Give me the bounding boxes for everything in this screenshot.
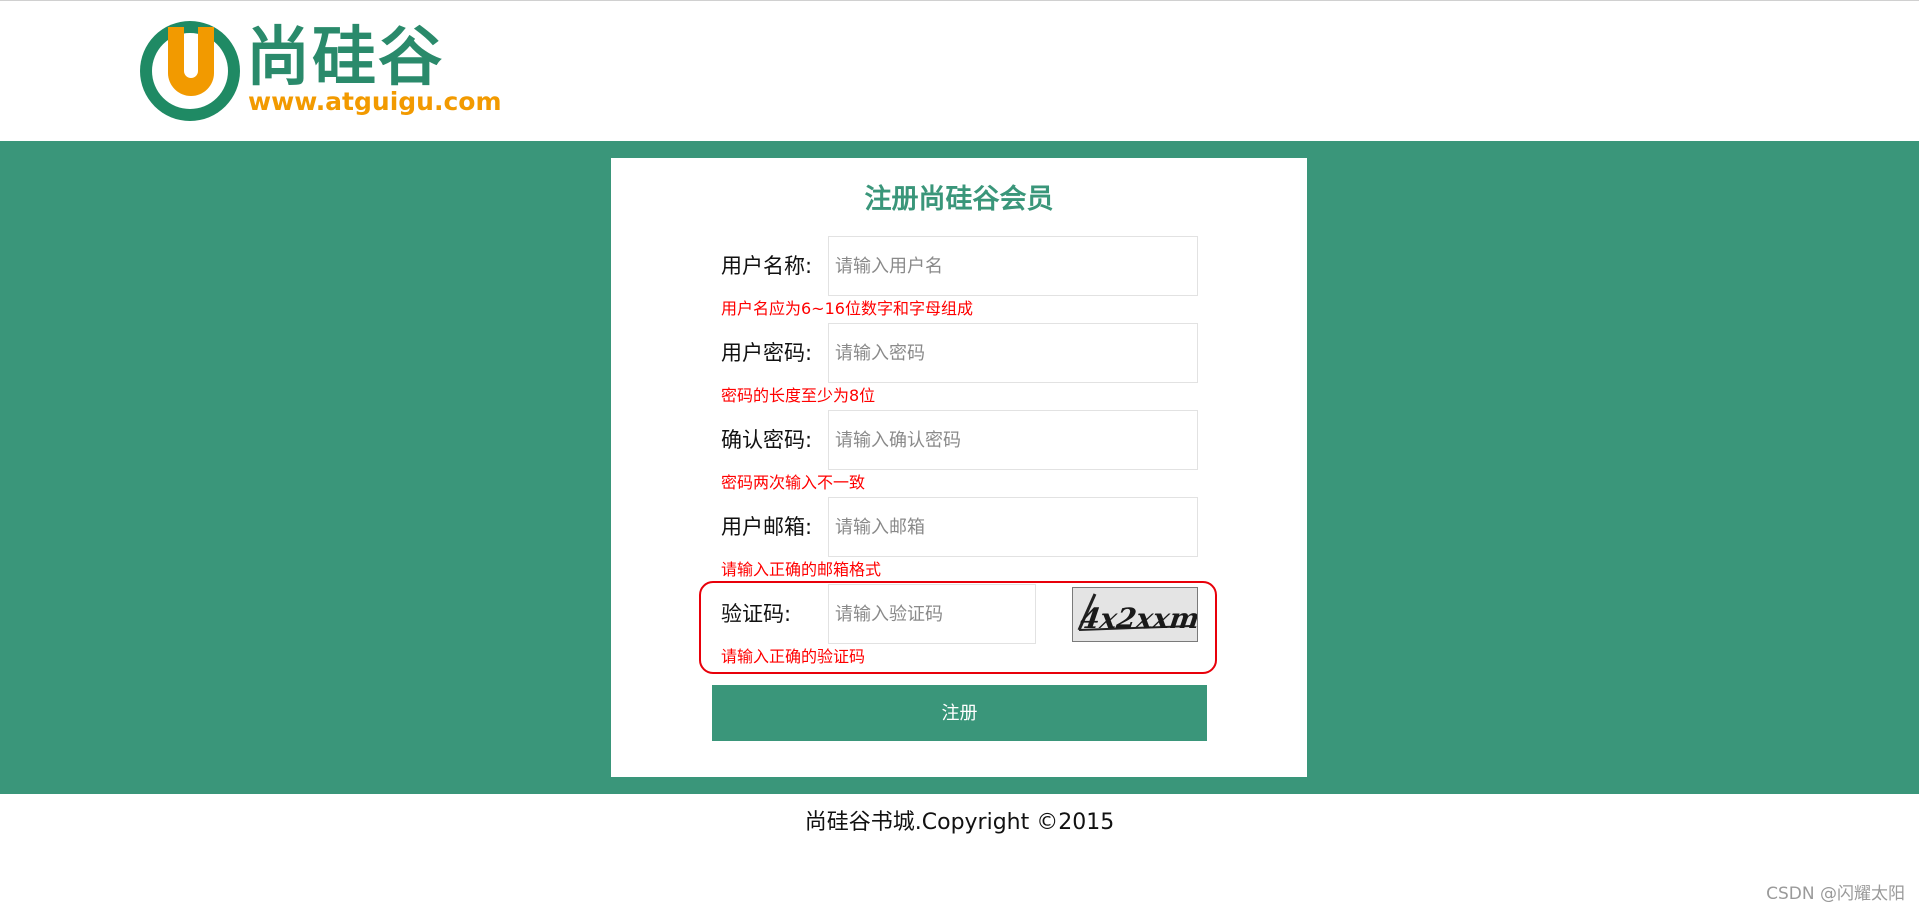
username-label: 用户名称: (721, 254, 813, 278)
username-input[interactable] (828, 236, 1198, 296)
register-form-card: 注册尚硅谷会员 用户名称: 用户名应为6~16位数字和字母组成 用户密码: 密码… (611, 158, 1307, 777)
email-input[interactable] (828, 497, 1198, 557)
form-title: 注册尚硅谷会员 (864, 184, 1054, 215)
register-submit-button[interactable]: 注册 (712, 685, 1207, 741)
logo-url: www.atguigu.com (248, 87, 502, 116)
captcha-highlight-outline (699, 581, 1217, 674)
watermark: CSDN @闪耀太阳 (1766, 884, 1905, 904)
confirm-password-label: 确认密码: (721, 428, 813, 452)
email-label: 用户邮箱: (721, 515, 813, 539)
footer-copyright: 尚硅谷书城.Copyright ©2015 (804, 810, 1115, 835)
header: 尚硅谷 www.atguigu.com (0, 1, 1919, 141)
email-error: 请输入正确的邮箱格式 (721, 560, 882, 579)
password-label: 用户密码: (721, 341, 813, 365)
password-error: 密码的长度至少为8位 (721, 386, 876, 405)
confirm-password-error: 密码两次输入不一致 (721, 473, 866, 492)
logo-title: 尚硅谷 (246, 20, 444, 95)
confirm-password-input[interactable] (828, 410, 1198, 470)
site-logo[interactable]: 尚硅谷 www.atguigu.com (138, 19, 502, 124)
username-error: 用户名应为6~16位数字和字母组成 (721, 299, 973, 318)
password-input[interactable] (828, 323, 1198, 383)
logo-u-icon (140, 21, 240, 121)
